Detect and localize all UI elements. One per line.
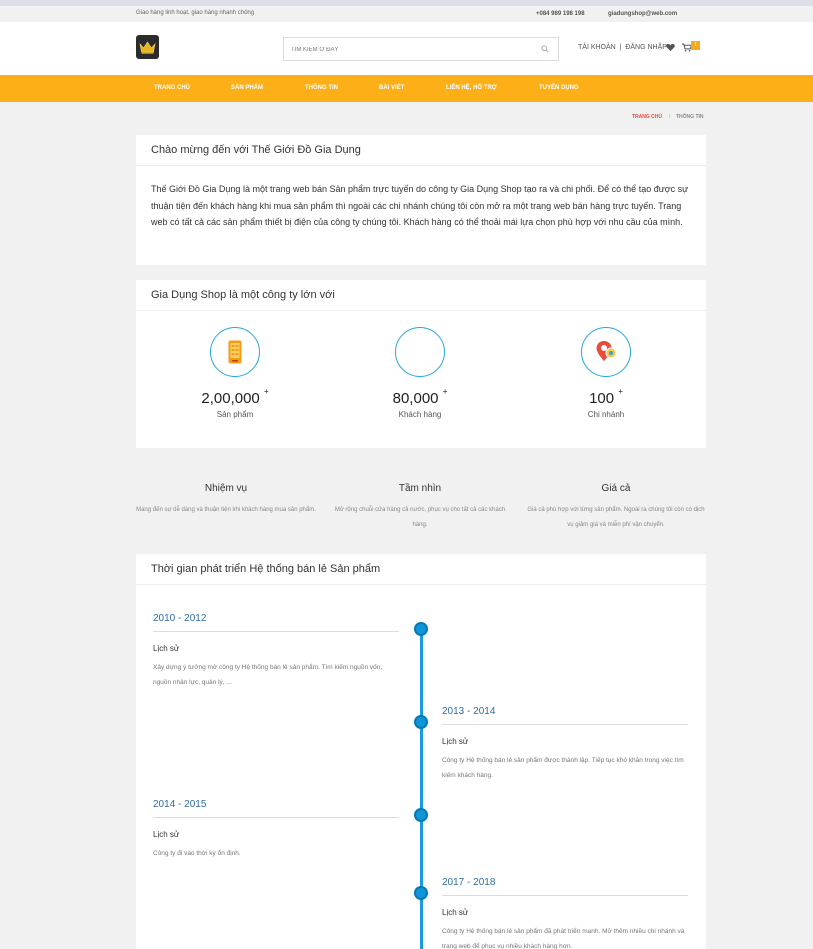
cart-count-badge: 1 [691,41,700,50]
stat-customers: 80,000 + Khách hàng [345,327,495,419]
value-desc: Giá cả phù hợp với từng sản phẩm. Ngoài … [527,507,705,528]
timeline-dot [414,622,428,636]
stat-number: 80,000 + [392,387,448,407]
timeline-years: 2013 - 2014 [442,706,688,725]
tagline: Giao hàng linh hoạt, giao hàng nhanh chó… [136,10,255,16]
logo[interactable] [136,35,159,59]
account-login-link[interactable]: TÀI KHOẢN | ĐĂNG NHẬP [578,44,667,51]
value-title: Tầm nhìn [398,483,442,494]
timeline-item: 2010 - 2012 Lịch sử Xây dựng ý tưởng mở … [153,613,399,690]
breadcrumb-home[interactable]: TRANG CHỦ [632,114,662,120]
timeline-dot [414,808,428,822]
stat-circle [210,327,260,377]
timeline-label: Lịch sử [153,644,180,653]
timeline-label: Lịch sử [442,737,469,746]
value-title: Nhiệm vụ [204,483,248,494]
intro-text: Thế Giới Đồ Gia Dụng là một trang web bá… [151,184,689,227]
timeline-label: Lịch sử [442,908,469,917]
stat-branches: 100 + Chi nhánh [531,327,681,419]
value-title: Giá cả [601,483,631,494]
timeline-desc: Công ty Hệ thống bán lẻ sản phẩm đã phát… [442,928,685,949]
stat-number: 2,00,000 + [201,387,269,407]
nav-item-home[interactable]: TRANG CHỦ [154,85,190,91]
value-price: Giá cả Giá cả phù hợp với từng sản phẩm.… [526,483,706,533]
timeline-line [420,629,423,949]
heart-icon[interactable] [666,43,675,52]
value-vision: Tầm nhìn Mở rộng chuỗi cửa hàng cả nước,… [330,483,510,533]
timeline-years: 2017 - 2018 [442,877,688,896]
timeline-years: 2010 - 2012 [153,613,399,632]
crown-icon [139,40,156,54]
stat-label: Sản phẩm [216,410,254,419]
stat-label: Chi nhánh [587,410,625,419]
main-nav: TRANG CHỦ SẢN PHẨM THÔNG TIN BÀI VIẾT LI… [0,75,813,102]
timeline-item: 2017 - 2018 Lịch sử Công ty Hệ thống bán… [442,877,688,949]
map-pin-icon [596,341,617,361]
timeline-dot [414,715,428,729]
top-bar: Giao hàng linh hoạt, giao hàng nhanh chó… [0,6,813,22]
search-box [283,37,559,61]
timeline-title: Thời gian phát triển Hệ thống bán lẻ Sản… [136,554,706,585]
timeline-desc: Công ty đi vào thời kỳ ổn định. [153,850,241,857]
phone-number[interactable]: +084 989 198 198 [536,11,585,17]
stat-label: Khách hàng [398,410,442,419]
search-icon[interactable] [541,45,549,53]
search-input[interactable] [284,39,524,61]
timeline-desc: Công ty Hệ thống bán lẻ sản phẩm được th… [442,757,684,779]
stat-circle [581,327,631,377]
stats-card: Gia Dụng Shop là một công ty lớn với 2,0… [136,280,706,448]
nav-item-info[interactable]: THÔNG TIN [305,85,338,91]
timeline-item: 2013 - 2014 Lịch sử Công ty Hệ thống bán… [442,706,688,783]
stat-circle [395,327,445,377]
value-mission: Nhiệm vụ Mang đến sự dễ dàng và thuận ti… [136,483,316,518]
intro-card: Chào mừng đến với Thế Giới Đồ Gia Dụng T… [136,135,706,265]
email-address[interactable]: giadungshop@web.com [608,11,677,17]
value-desc: Mang đến sự dễ dàng và thuận tiện khi kh… [136,507,316,513]
timeline-item: 2014 - 2015 Lịch sử Công ty đi vào thời … [153,799,399,861]
value-desc: Mở rộng chuỗi cửa hàng cả nước, phục vụ … [334,507,506,528]
timeline-dot [414,886,428,900]
stats-title: Gia Dụng Shop là một công ty lớn với [136,280,706,311]
nav-item-careers[interactable]: TUYỂN DỤNG [539,85,579,91]
nav-item-contact[interactable]: LIÊN HỆ, HỖ TRỢ [446,85,497,91]
timeline-years: 2014 - 2015 [153,799,399,818]
intro-title: Chào mừng đến với Thế Giới Đồ Gia Dụng [136,135,706,166]
timeline-label: Lịch sử [153,830,180,839]
stat-products: 2,00,000 + Sản phẩm [160,327,310,419]
nav-item-products[interactable]: SẢN PHẨM [231,85,263,91]
phone-icon [228,340,242,364]
breadcrumb-current: THÔNG TIN [676,114,704,120]
stat-number: 100 + [589,387,623,407]
breadcrumb-separator: / [669,114,671,120]
nav-item-articles[interactable]: BÀI VIẾT [379,85,404,91]
site-header: TÀI KHOẢN | ĐĂNG NHẬP 1 [0,22,813,75]
timeline-desc: Xây dựng ý tưởng mở công ty Hệ thống bán… [153,664,383,686]
